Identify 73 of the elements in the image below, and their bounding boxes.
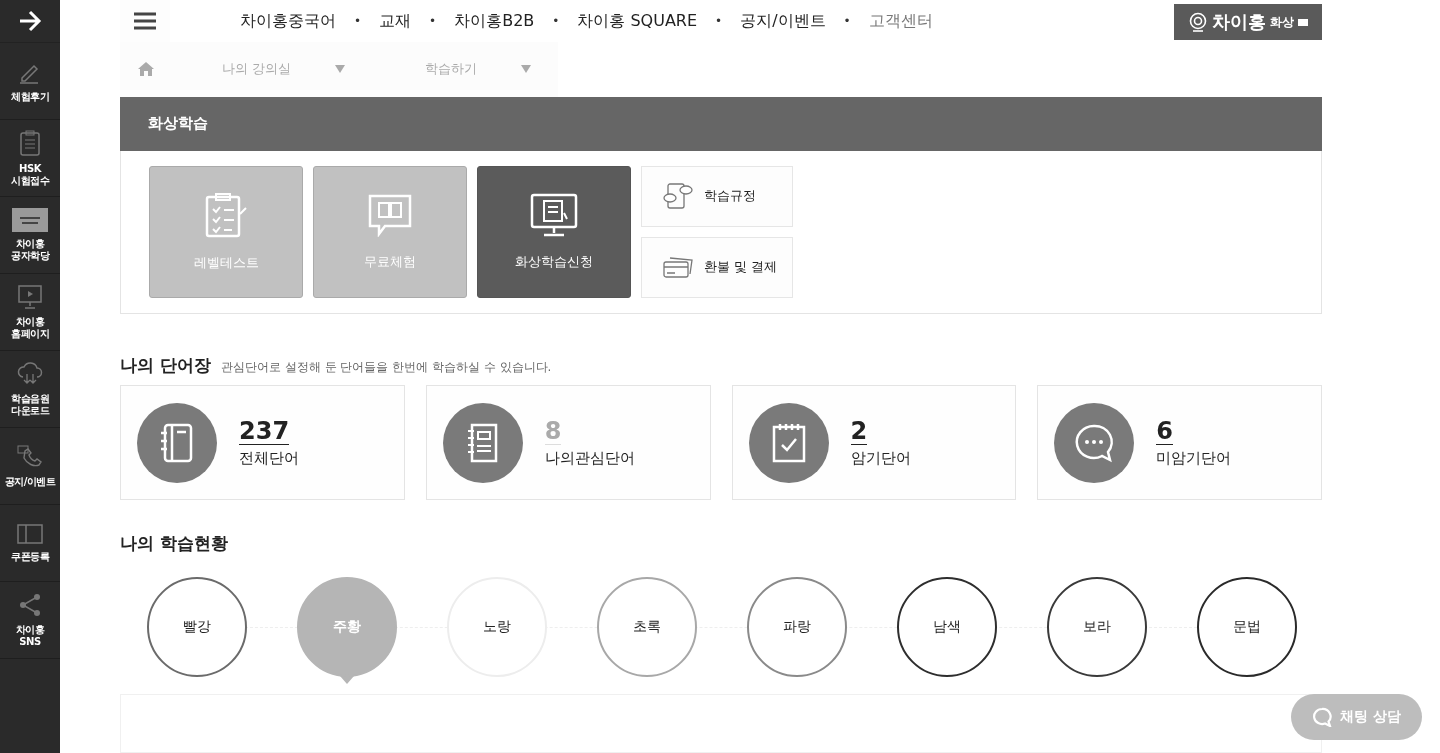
card-label: 나의관심단어 bbox=[544, 448, 635, 468]
card-label: 전체단어 bbox=[239, 448, 299, 468]
logo-subtext: 화상 bbox=[1270, 13, 1294, 31]
vocab-card[interactable]: 237 전체단어 bbox=[120, 385, 405, 501]
sidebar-label: 차이홍 홈페이지 bbox=[11, 315, 49, 341]
plaque-icon bbox=[12, 207, 48, 232]
link-card[interactable]: 학습규정 bbox=[641, 166, 793, 227]
section-title: 나의 단어장 bbox=[120, 354, 211, 378]
card-label: 암기단어 bbox=[850, 448, 911, 468]
level-step[interactable]: 초록 bbox=[597, 577, 697, 678]
sidebar-item[interactable]: 학습음원 다운로드 bbox=[0, 351, 60, 428]
sidebar-item[interactable]: 쿠폰등록 bbox=[0, 505, 60, 582]
chat-bubbles-icon bbox=[662, 182, 694, 211]
section-title: 나의 학습현황 bbox=[120, 532, 229, 556]
vocab-card[interactable]: 2 암기단어 bbox=[731, 385, 1017, 501]
section-description: 관심단어로 설정해 둔 단어들을 한번에 학습하실 수 있습니다. bbox=[220, 359, 552, 377]
badge-icon bbox=[1298, 18, 1308, 26]
separator-dot: • bbox=[843, 14, 851, 28]
sidebar-label: 차이홍 공자학당 bbox=[11, 237, 49, 263]
nav-link[interactable]: 차이홍 SQUARE bbox=[577, 10, 698, 32]
level-step[interactable]: 빨강 bbox=[147, 577, 247, 678]
sidebar-label: 체험후기 bbox=[11, 90, 49, 104]
sidebar-label: 공지/이벤트 bbox=[4, 475, 56, 489]
sidebar-item[interactable]: 체험후기 bbox=[0, 43, 60, 120]
sidebar-item[interactable]: 차이홍 SNS bbox=[0, 582, 60, 659]
webcam-icon bbox=[1188, 12, 1208, 32]
nav-link[interactable]: 차이홍중국어 bbox=[240, 10, 336, 32]
credit-card-icon bbox=[662, 254, 694, 281]
separator-dot: • bbox=[715, 14, 723, 28]
nav-link[interactable]: 공지/이벤트 bbox=[740, 10, 826, 32]
level-step[interactable]: 보라 bbox=[1047, 577, 1147, 678]
sidebar-label: HSK 시험접수 bbox=[11, 162, 49, 188]
word-count[interactable]: 2 bbox=[850, 417, 868, 445]
sidebar-item[interactable]: 차이홍 홈페이지 bbox=[0, 274, 60, 351]
caret-icon bbox=[521, 65, 532, 74]
logo-text: 차이홍 bbox=[1212, 10, 1266, 34]
logo[interactable]: 차이홍 화상 bbox=[1174, 4, 1322, 40]
level-step[interactable]: 파랑 bbox=[747, 577, 847, 678]
word-count[interactable]: 6 bbox=[1156, 417, 1173, 445]
level-step[interactable]: 남색 bbox=[897, 577, 997, 678]
nav-link[interactable]: 차이홍B2B bbox=[454, 10, 535, 32]
book-bubble-icon bbox=[367, 193, 413, 237]
nav-link[interactable]: 고객센터 bbox=[868, 10, 933, 32]
sidebar-item[interactable]: HSK 시험접수 bbox=[0, 120, 60, 197]
coupon-icon bbox=[16, 522, 44, 545]
sidebar-item[interactable]: 차이홍 공자학당 bbox=[0, 197, 60, 274]
level-step[interactable]: 문법 bbox=[1197, 577, 1297, 678]
pointer-triangle bbox=[340, 676, 354, 685]
vocab-card[interactable]: 8 나의관심단어 bbox=[425, 385, 711, 501]
checklist-icon bbox=[204, 192, 248, 238]
separator-dot: • bbox=[429, 14, 437, 28]
clipboard-icon bbox=[19, 128, 41, 157]
sidebar-label: 쿠폰등록 bbox=[11, 550, 49, 564]
vocab-card[interactable]: 6 미암기단어 bbox=[1037, 385, 1322, 501]
sidebar-item[interactable]: 공지/이벤트 bbox=[0, 428, 60, 505]
chat-icon bbox=[1312, 707, 1333, 727]
menu-icon bbox=[134, 12, 156, 30]
feature-tile[interactable]: 화상학습신청 bbox=[477, 166, 631, 298]
nav-link[interactable]: 교재 bbox=[379, 10, 412, 32]
section-title: 화상학습 bbox=[148, 114, 208, 134]
word-count[interactable]: 237 bbox=[239, 417, 290, 445]
sidebar-label: 학습음원 다운로드 bbox=[11, 392, 49, 418]
card-label: 미암기단어 bbox=[1156, 448, 1232, 468]
arrow-right-icon[interactable] bbox=[18, 10, 42, 32]
link-card[interactable]: 환불 및 결제 bbox=[641, 237, 793, 298]
share-icon bbox=[17, 591, 43, 618]
separator-dot: • bbox=[552, 14, 560, 28]
sidebar-label: 차이홍 SNS bbox=[15, 623, 45, 649]
level-step[interactable]: 노랑 bbox=[447, 577, 547, 678]
monitor-icon bbox=[17, 283, 43, 310]
monitor-document-icon bbox=[530, 193, 578, 237]
separator-dot: • bbox=[354, 14, 362, 28]
caret-icon bbox=[335, 65, 346, 74]
